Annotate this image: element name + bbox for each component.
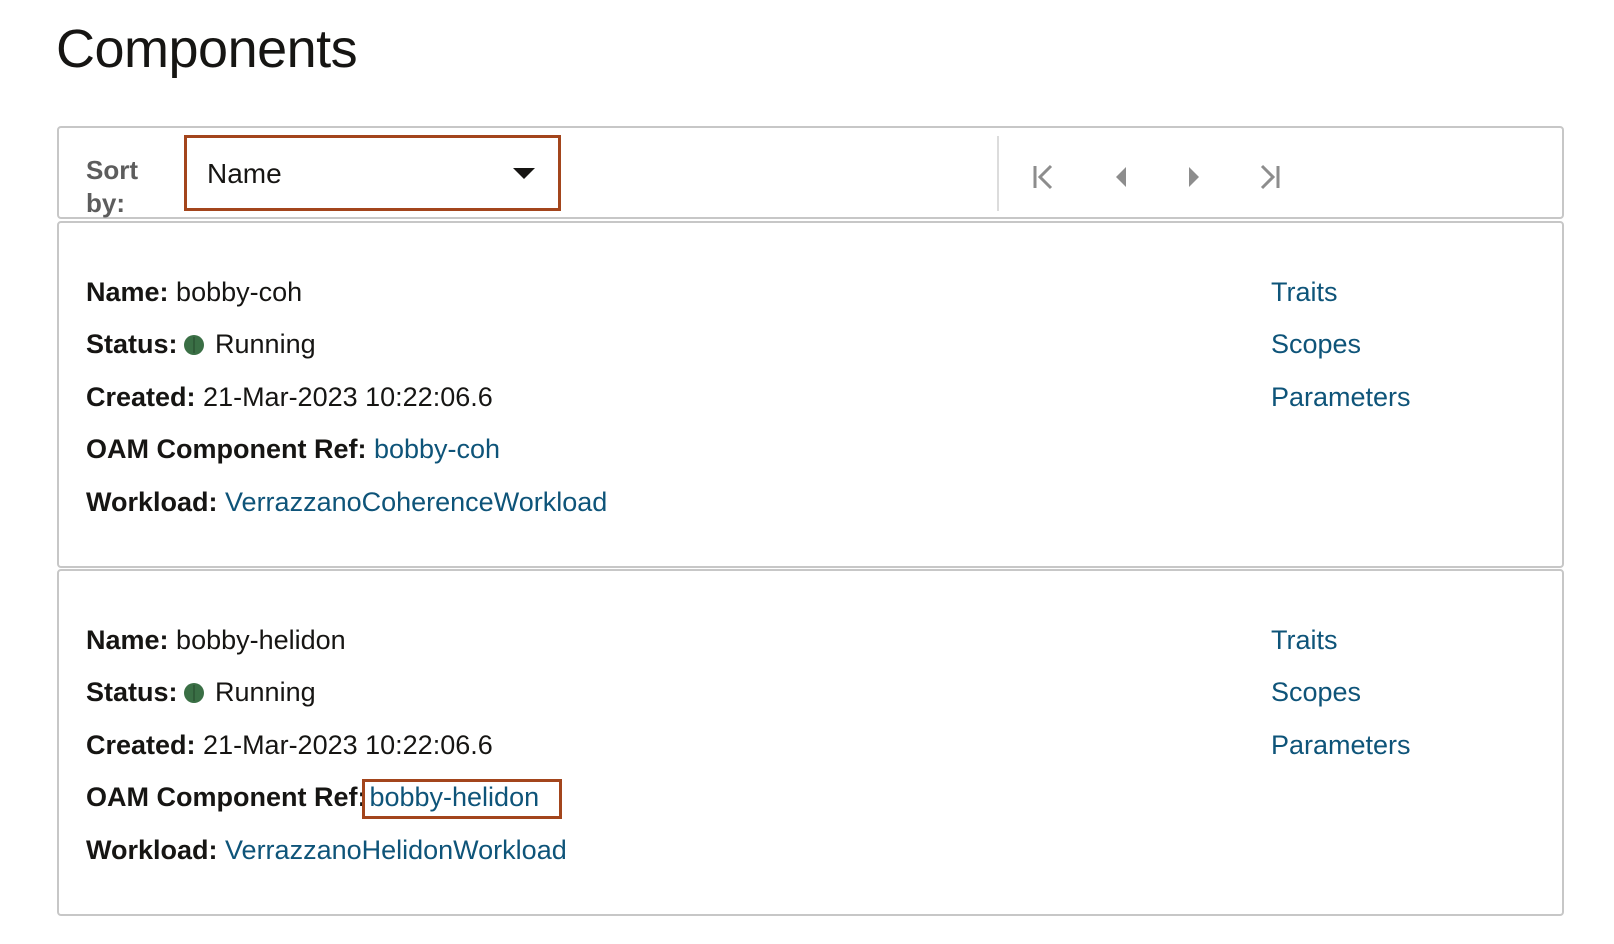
last-page-button[interactable] (1249, 160, 1289, 194)
workload-label: Workload: (86, 487, 218, 517)
scopes-link[interactable]: Scopes (1271, 327, 1361, 361)
toolbar-divider (997, 136, 999, 211)
scopes-link[interactable]: Scopes (1271, 675, 1361, 709)
next-page-icon (1189, 167, 1199, 187)
sort-toolbar: Sort by: Name (57, 126, 1564, 219)
status-label: Status: (86, 329, 178, 359)
first-page-button[interactable] (1024, 160, 1064, 194)
name-value: bobby-coh (176, 277, 303, 307)
component-ref-link[interactable]: bobby-coh (374, 434, 500, 464)
component-ref-field: OAM Component Ref: bobby-coh (86, 432, 500, 466)
sort-by-label: Sort by: (86, 155, 138, 218)
status-label: Status: (86, 677, 178, 707)
status-value: Running (215, 329, 316, 359)
status-field: Status: Running (86, 327, 316, 361)
component-ref-label: OAM Component Ref: (86, 434, 367, 464)
created-field: Created: 21-Mar-2023 10:22:06.6 (86, 728, 493, 762)
created-label: Created: (86, 382, 196, 412)
created-value: 21-Mar-2023 10:22:06.6 (203, 730, 493, 760)
parameters-link[interactable]: Parameters (1271, 380, 1411, 414)
last-page-icon (1260, 164, 1280, 190)
status-running-icon (183, 683, 204, 703)
created-label: Created: (86, 730, 196, 760)
status-value: Running (215, 677, 316, 707)
status-running-icon (183, 335, 204, 355)
created-field: Created: 21-Mar-2023 10:22:06.6 (86, 380, 493, 414)
page-title: Components (56, 19, 358, 79)
next-page-button[interactable] (1174, 160, 1214, 194)
workload-link[interactable]: VerrazzanoCoherenceWorkload (225, 487, 607, 517)
first-page-icon (1033, 164, 1053, 190)
component-ref-label: OAM Component Ref: (86, 782, 367, 812)
component-card: Name: bobby-helidon Status: Running Crea… (57, 569, 1564, 916)
previous-page-icon (1116, 167, 1126, 187)
created-value: 21-Mar-2023 10:22:06.6 (203, 382, 493, 412)
traits-link[interactable]: Traits (1271, 275, 1338, 309)
workload-label: Workload: (86, 835, 218, 865)
name-label: Name: (86, 277, 169, 307)
sort-select[interactable]: Name (184, 135, 561, 211)
previous-page-button[interactable] (1101, 160, 1141, 194)
name-field: Name: bobby-coh (86, 275, 302, 309)
name-label: Name: (86, 625, 169, 655)
component-ref-link[interactable]: bobby-helidon (362, 779, 563, 819)
name-field: Name: bobby-helidon (86, 623, 346, 657)
status-field: Status: Running (86, 675, 316, 709)
traits-link[interactable]: Traits (1271, 623, 1338, 657)
workload-link[interactable]: VerrazzanoHelidonWorkload (225, 835, 567, 865)
workload-field: Workload: VerrazzanoHelidonWorkload (86, 833, 567, 867)
chevron-down-icon (513, 168, 535, 179)
parameters-link[interactable]: Parameters (1271, 728, 1411, 762)
component-ref-field: OAM Component Ref: bobby-helidon (86, 779, 563, 819)
name-value: bobby-helidon (176, 625, 346, 655)
component-card: Name: bobby-coh Status: Running Created:… (57, 221, 1564, 568)
sort-select-value: Name (207, 158, 282, 189)
workload-field: Workload: VerrazzanoCoherenceWorkload (86, 485, 607, 519)
